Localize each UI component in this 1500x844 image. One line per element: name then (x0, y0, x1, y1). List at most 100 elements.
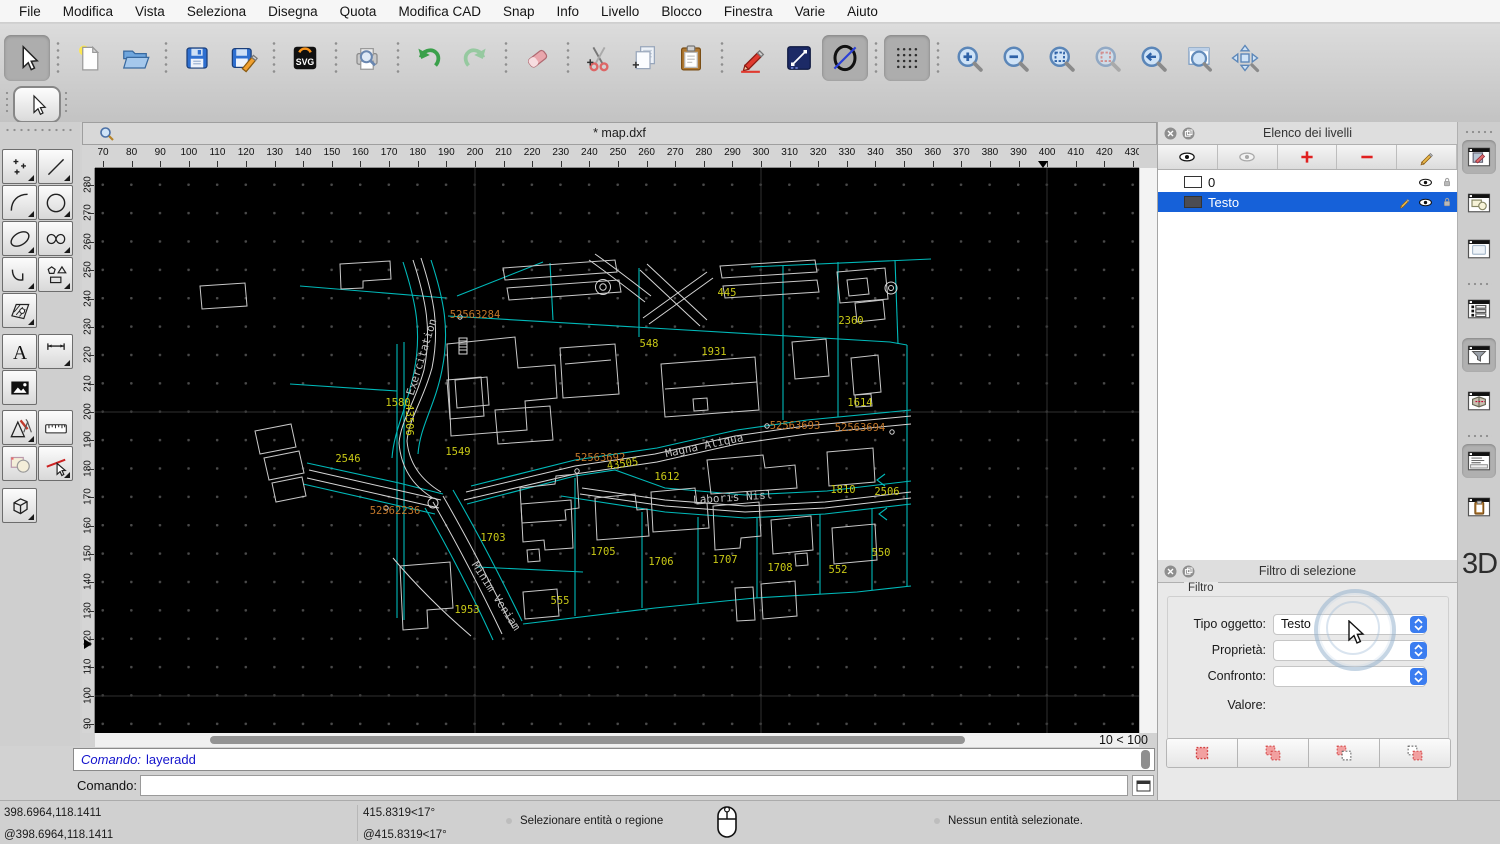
palette-tool-line[interactable] (38, 149, 73, 184)
layer-visibility-icon[interactable] (1415, 195, 1436, 210)
palette-handle[interactable] (4, 128, 76, 132)
toolbar-button-ellipse-slash[interactable] (822, 35, 868, 81)
palette-tool-image[interactable] (2, 370, 37, 405)
dock-handle[interactable] (1464, 130, 1494, 134)
dock-button-selection-filter-panel[interactable] (1462, 338, 1496, 372)
palette-tool-shapes[interactable] (38, 257, 73, 292)
toolbar-button-pan[interactable] (1222, 35, 1268, 81)
close-icon[interactable] (1164, 127, 1177, 140)
command-options-button[interactable] (1132, 775, 1154, 796)
palette-tool-arc[interactable] (2, 185, 37, 220)
menu-item-file[interactable]: File (8, 4, 52, 19)
toolbar-button-print-preview[interactable] (344, 35, 390, 81)
palette-tool-spline[interactable] (38, 221, 73, 256)
toolbar-button-zoom-out[interactable] (992, 35, 1038, 81)
command-history-scrollbar[interactable] (1141, 750, 1150, 769)
dock-button-clipboard-panel[interactable] (1462, 490, 1496, 524)
dock-button-property-editor-panel[interactable] (1462, 140, 1496, 174)
horizontal-scrollbar-thumb[interactable] (210, 736, 965, 744)
menu-item-blocco[interactable]: Blocco (650, 4, 713, 19)
toolbar-button-eraser[interactable] (514, 35, 560, 81)
add-layer-button[interactable] (1278, 145, 1338, 169)
layer-row-0[interactable]: 0 (1158, 172, 1463, 192)
dock-button-library-browser-panel[interactable] (1462, 232, 1496, 266)
layer-visibility-icon[interactable] (1415, 175, 1436, 190)
dock-button-layer-list-panel[interactable] (1462, 292, 1496, 326)
menu-item-disegna[interactable]: Disegna (257, 4, 329, 19)
add-to-selection-button[interactable] (1238, 739, 1309, 767)
filter-property-select[interactable] (1273, 640, 1426, 661)
horizontal-scrollbar[interactable] (95, 733, 1139, 747)
intersect-selection-button[interactable] (1380, 739, 1450, 767)
show-all-layers-button[interactable] (1158, 145, 1218, 169)
palette-tool-text[interactable]: A (2, 334, 37, 369)
filter-comparison-select[interactable] (1273, 666, 1426, 687)
command-input[interactable] (140, 775, 1128, 796)
menu-item-info[interactable]: Info (546, 4, 591, 19)
menu-item-quota[interactable]: Quota (329, 4, 388, 19)
toolbar-button-svg-export[interactable]: SVG (282, 35, 328, 81)
detach-panel-icon[interactable] (1182, 565, 1195, 578)
menu-item-aiuto[interactable]: Aiuto (836, 4, 889, 19)
layer-lock-icon[interactable] (1436, 195, 1457, 209)
document-title-bar[interactable]: * map.dxf (82, 122, 1157, 145)
toolbar-button-zoom-fit[interactable] (1038, 35, 1084, 81)
palette-tool-measure[interactable] (38, 410, 73, 445)
toolbar-button-zoom-selection[interactable] (1084, 35, 1130, 81)
palette-tool-hatch[interactable] (2, 293, 37, 328)
palette-tool-circle[interactable] (38, 185, 73, 220)
palette-tool-boolean[interactable] (2, 446, 37, 481)
palette-tool-points[interactable] (2, 149, 37, 184)
detach-panel-icon[interactable] (1182, 127, 1195, 140)
menu-item-varie[interactable]: Varie (784, 4, 837, 19)
menu-item-modifica-cad[interactable]: Modifica CAD (387, 4, 492, 19)
filter-object-type-select[interactable]: Testo (1273, 614, 1426, 635)
filter-comparison-stepper[interactable] (1410, 668, 1427, 685)
toolbar-button-line-preview[interactable] (776, 35, 822, 81)
palette-tool-modify[interactable] (2, 410, 37, 445)
menu-item-seleziona[interactable]: Seleziona (176, 4, 257, 19)
layer-row-Testo[interactable]: Testo (1158, 192, 1463, 212)
close-icon[interactable] (1164, 565, 1177, 578)
palette-tool-polyline[interactable] (2, 257, 37, 292)
menu-item-vista[interactable]: Vista (124, 4, 176, 19)
toolbar-button-zoom-window[interactable] (1176, 35, 1222, 81)
toolbar-button-copy[interactable] (622, 35, 668, 81)
toolbar-button-red-pencil[interactable] (730, 35, 776, 81)
menu-item-modifica[interactable]: Modifica (52, 4, 124, 19)
toolbar-button-paste[interactable] (668, 35, 714, 81)
drawing-canvas[interactable]: 445 2360 548 1931 1614 1580 43506 2546 1549 43505… (95, 168, 1139, 733)
menu-item-snap[interactable]: Snap (492, 4, 546, 19)
toolbar-button-save-file[interactable] (174, 35, 220, 81)
remove-from-selection-button[interactable] (1309, 739, 1380, 767)
toolbar-button-zoom-previous[interactable] (1130, 35, 1176, 81)
layer-lock-icon[interactable] (1436, 175, 1457, 189)
filter-property-stepper[interactable] (1410, 642, 1427, 659)
palette-tool-ellipse[interactable] (2, 221, 37, 256)
hide-all-layers-button[interactable] (1218, 145, 1278, 169)
palette-tool-trim[interactable] (38, 446, 73, 481)
palette-tool-dimension[interactable] (38, 334, 73, 369)
dock-button-pen-settings-panel[interactable] (1462, 384, 1496, 418)
toolbar-button-zoom-in[interactable] (946, 35, 992, 81)
select-matching-button[interactable] (1167, 739, 1238, 767)
layer-editing-icon[interactable] (1394, 195, 1415, 209)
3d-menu-label[interactable]: 3D (1458, 548, 1500, 581)
dock-button-command-line-panel[interactable] (1462, 444, 1496, 478)
toolbar-button-grid-toggle[interactable] (884, 35, 930, 81)
selection-tool-button[interactable] (13, 86, 61, 123)
toolbar-button-redo[interactable] (452, 35, 498, 81)
command-history[interactable]: Comando: layeradd (73, 748, 1155, 771)
dock-button-block-list-panel[interactable] (1462, 186, 1496, 220)
toolbar-button-selection-tool[interactable] (4, 35, 50, 81)
menu-item-finestra[interactable]: Finestra (713, 4, 784, 19)
edit-layer-button[interactable] (1397, 145, 1457, 169)
filter-object-type-stepper[interactable] (1410, 616, 1427, 633)
remove-layer-button[interactable] (1337, 145, 1398, 169)
menu-item-livello[interactable]: Livello (590, 4, 650, 19)
vertical-scrollbar[interactable] (1139, 168, 1157, 733)
toolbar-button-open-file[interactable] (112, 35, 158, 81)
toolbar-button-save-as[interactable] (220, 35, 266, 81)
toolbar-button-new-file[interactable] (66, 35, 112, 81)
palette-tool-box3d[interactable] (2, 488, 37, 523)
